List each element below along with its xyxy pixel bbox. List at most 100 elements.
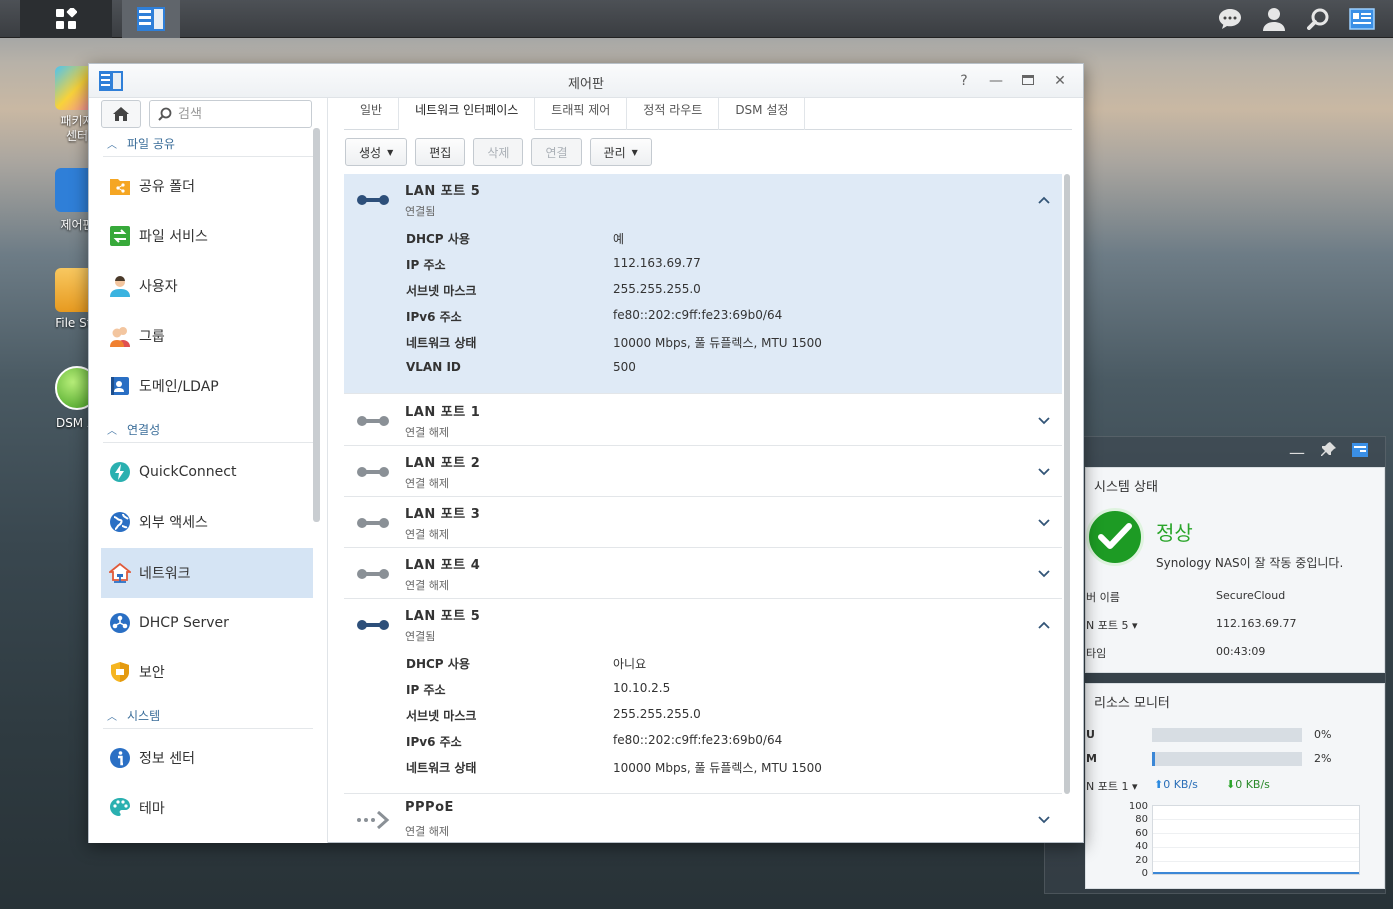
sidebar-item-domain-ldap[interactable]: 도메인/LDAP (101, 361, 313, 411)
port-name: LAN 포트 2 (405, 456, 481, 471)
sidebar-item-info-center[interactable]: 정보 센터 (101, 733, 313, 783)
caret-down-icon: ▼ (631, 147, 638, 157)
window-titlebar[interactable]: 제어판 ? — ✕ (89, 64, 1083, 98)
sidebar-item-user[interactable]: 사용자 (101, 261, 313, 311)
tab-general[interactable]: 일반 (344, 98, 400, 130)
create-button[interactable]: 생성 ▼ (345, 138, 408, 166)
ram-label: M (1086, 752, 1097, 765)
lan-port-select[interactable]: N 포트 1 ▾ (1086, 778, 1137, 794)
domain-ldap-icon (109, 375, 131, 397)
main-menu-button[interactable] (20, 0, 112, 38)
ram-bar-fill (1152, 752, 1155, 766)
user-icon[interactable] (1261, 6, 1287, 32)
chevron-down-icon[interactable] (1036, 413, 1052, 429)
list-item[interactable]: LAN 포트 5 연결됨 DHCP 사용 아니요 IP 주소 10.10.2.5 서… (344, 599, 1062, 794)
close-icon[interactable]: ✕ (1051, 72, 1069, 90)
tab-network-interface[interactable]: 네트워크 인터페이스 (399, 98, 536, 130)
ram-bar (1152, 752, 1302, 766)
grid-icon (56, 8, 77, 29)
tab-traffic-control[interactable]: 트래픽 제어 (535, 98, 628, 130)
sidebar-scrollbar[interactable] (313, 128, 320, 522)
manage-button[interactable]: 관리 ▼ (589, 138, 652, 166)
sidebar-item-external-access[interactable]: 외부 액세스 (101, 497, 313, 547)
control-panel-window: 제어판 ? — ✕ ︿파일 공유 공유 폴더 파일 서비스 사용자 (88, 63, 1084, 843)
home-button[interactable] (101, 100, 141, 128)
search-input[interactable] (178, 106, 298, 122)
download-speed: ⬇0 KB/s (1226, 778, 1270, 791)
help-icon[interactable]: ? (955, 72, 973, 90)
chevron-up-icon[interactable] (1036, 617, 1052, 633)
list-item[interactable]: LAN 포트 1 연결 해제 (344, 395, 1062, 446)
chevron-down-icon[interactable] (1036, 464, 1052, 480)
chevron-up-icon: ︿ (107, 712, 117, 723)
sidebar-item-shared-folder[interactable]: 공유 폴더 (101, 161, 313, 211)
uptime-label: 타임 (1086, 647, 1107, 660)
list-item[interactable]: LAN 포트 4 연결 해제 (344, 548, 1062, 599)
main-content: 일반 네트워크 인터페이스 트래픽 제어 정적 라우트 DSM 설정 생성 ▼ 편… (329, 98, 1084, 843)
chevron-up-icon: ︿ (107, 426, 117, 437)
chart-line (1153, 872, 1359, 874)
sidebar-item-security[interactable]: 보안 (101, 647, 313, 697)
minimize-icon[interactable]: — (1289, 443, 1305, 462)
server-name-value: SecureCloud (1216, 589, 1286, 602)
section-system[interactable]: ︿ 시스템 (103, 703, 313, 729)
port-status: 연결됨 (405, 630, 436, 643)
section-file-sharing[interactable]: ︿ 파일 공유 (103, 131, 313, 157)
quickconnect-icon (109, 461, 131, 483)
maximize-icon[interactable] (1019, 72, 1037, 90)
uptime-value: 00:43:09 (1216, 645, 1266, 658)
widgets-icon[interactable] (1351, 442, 1369, 462)
user-icon (109, 275, 131, 297)
lan-port-select[interactable]: N 포트 5 ▾ (1086, 617, 1137, 633)
list-item[interactable]: LAN 포트 5 연결됨 DHCP 사용 예 IP 주소 112.163.69.77… (344, 174, 1062, 394)
status-state: 정상 (1156, 521, 1193, 545)
section-connectivity[interactable]: ︿ 연결성 (103, 417, 313, 443)
search-icon (158, 107, 172, 121)
cpu-bar (1152, 728, 1302, 742)
sidebar-item-quickconnect[interactable]: QuickConnect (101, 447, 313, 497)
toolbar: 생성 ▼ 편집 삭제 연결 관리 ▼ (345, 138, 652, 166)
sidebar-item-network[interactable]: 네트워크 (101, 548, 313, 598)
list-item[interactable]: PPPoE 연결 해제 (344, 794, 1062, 843)
list-scrollbar[interactable] (1064, 174, 1070, 794)
cpu-value: 0% (1314, 728, 1332, 741)
home-icon (113, 107, 129, 121)
check-icon (1086, 508, 1144, 566)
sidebar-item-theme[interactable]: 테마 (101, 783, 313, 833)
resource-monitor-title: 리소스 모니터 (1094, 696, 1170, 711)
minimize-icon[interactable]: — (987, 72, 1005, 90)
pin-icon[interactable] (1321, 441, 1337, 461)
list-item[interactable]: LAN 포트 3 연결 해제 (344, 497, 1062, 548)
sidebar-item-group[interactable]: 그룹 (101, 311, 313, 361)
taskbar-control-panel-button[interactable] (122, 0, 180, 38)
edit-button[interactable]: 편집 (415, 138, 466, 166)
chevron-up-icon[interactable] (1036, 192, 1052, 208)
search-box[interactable] (149, 100, 312, 128)
disconnected-port-icon (357, 416, 389, 426)
group-icon (109, 325, 131, 347)
search-icon[interactable] (1305, 6, 1331, 32)
taskbar (0, 0, 1393, 38)
port-name: LAN 포트 5 (405, 184, 481, 199)
port-name: LAN 포트 3 (405, 507, 481, 522)
chevron-down-icon[interactable] (1036, 566, 1052, 582)
port-name: LAN 포트 4 (405, 558, 481, 573)
dhcp-server-icon (109, 612, 131, 634)
connect-button[interactable]: 연결 (531, 138, 582, 166)
upload-speed: ⬆0 KB/s (1154, 778, 1198, 791)
port-name: LAN 포트 1 (405, 405, 481, 420)
chat-icon[interactable] (1217, 6, 1243, 32)
chart-y-axis: 100 80 60 40 20 0 (1128, 801, 1148, 880)
caret-down-icon: ▼ (387, 147, 394, 157)
chevron-down-icon[interactable] (1036, 515, 1052, 531)
tab-static-route[interactable]: 정적 라우트 (627, 98, 720, 130)
connected-port-icon (357, 620, 389, 630)
chevron-down-icon[interactable] (1036, 812, 1052, 828)
widgets-icon[interactable] (1349, 6, 1375, 32)
port-status: 연결 해제 (405, 825, 449, 838)
list-item[interactable]: LAN 포트 2 연결 해제 (344, 446, 1062, 497)
sidebar-item-dhcp-server[interactable]: DHCP Server (101, 598, 313, 648)
sidebar-item-file-services[interactable]: 파일 서비스 (101, 211, 313, 261)
delete-button[interactable]: 삭제 (473, 138, 524, 166)
tab-dsm-settings[interactable]: DSM 설정 (719, 98, 806, 130)
